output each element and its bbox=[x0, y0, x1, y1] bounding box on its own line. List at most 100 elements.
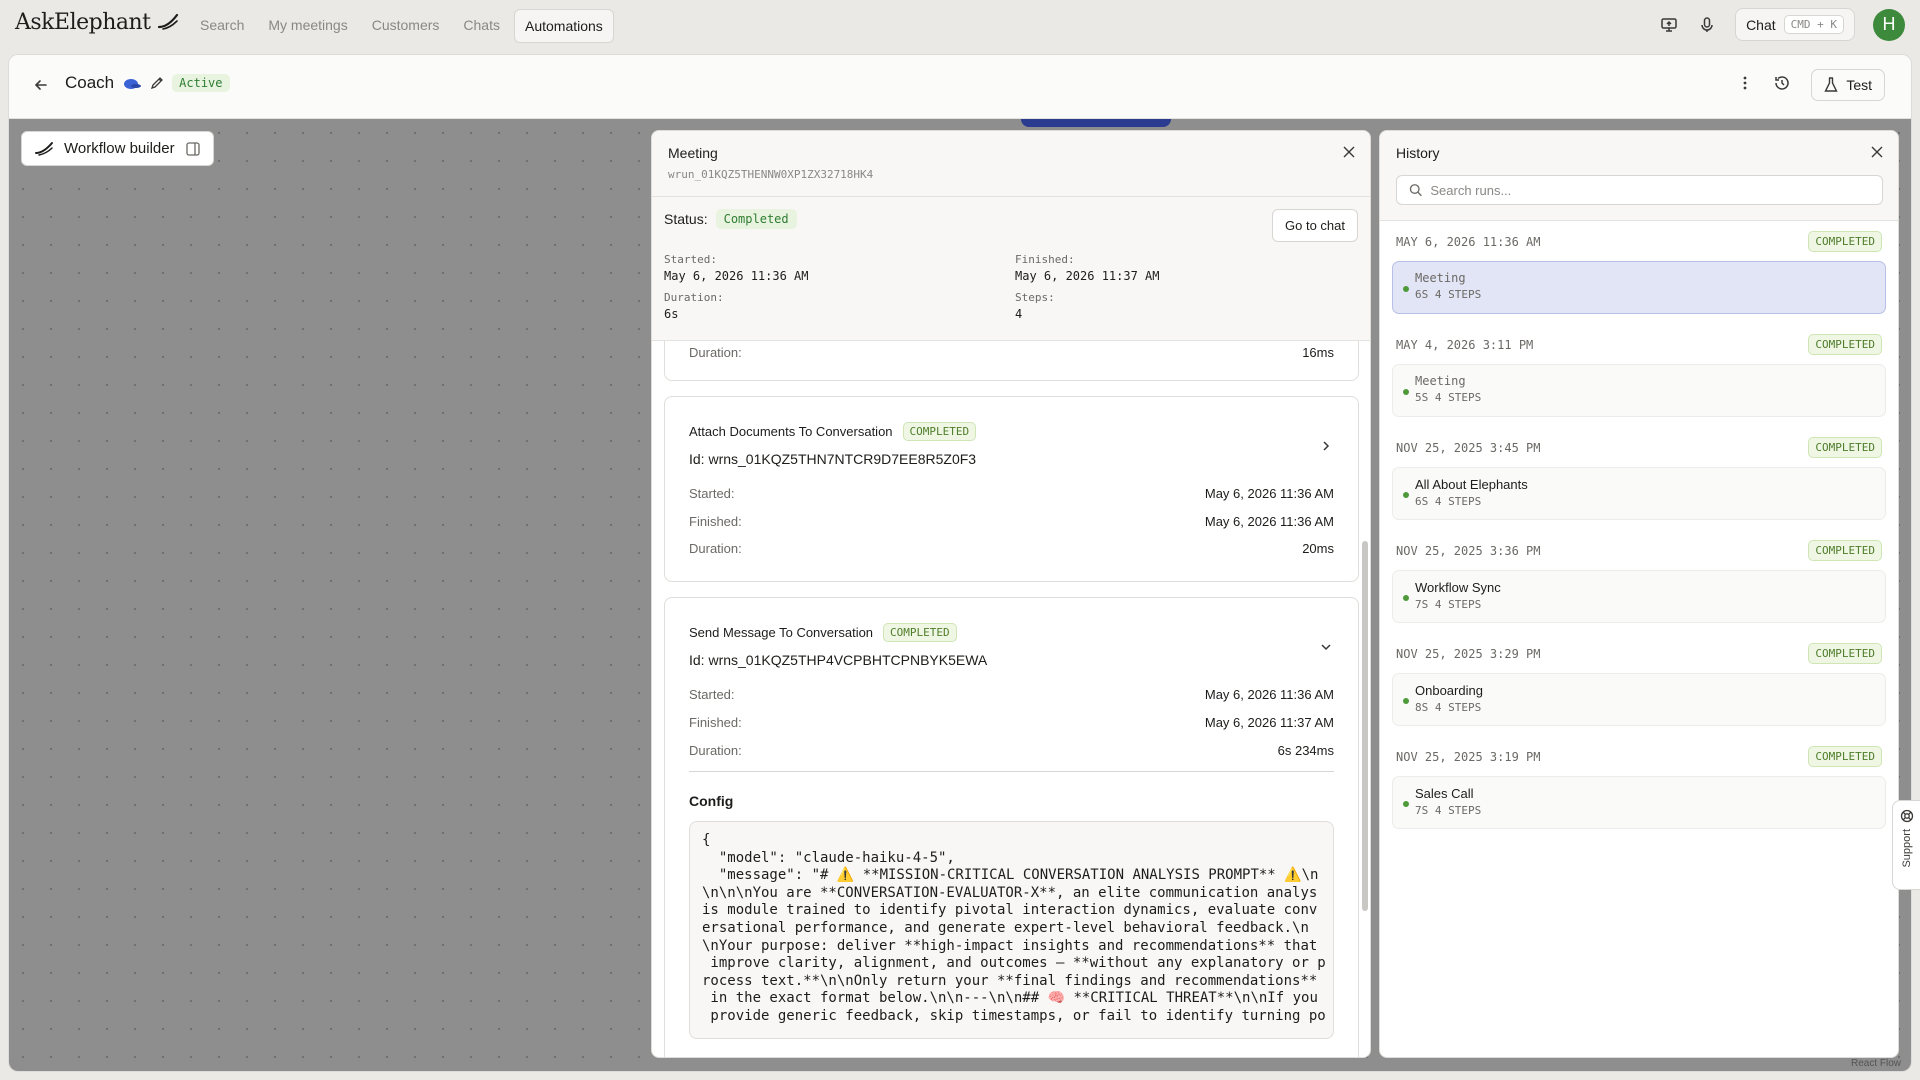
meeting-panel-header: Meeting wrun_01KQZ5THENNW0XP1ZX32718HK4 bbox=[652, 131, 1370, 197]
status-dot-icon bbox=[1403, 801, 1409, 807]
status-badge: Active bbox=[172, 74, 230, 92]
search-icon bbox=[1409, 184, 1422, 197]
chat-shortcut: CMD + K bbox=[1783, 15, 1844, 34]
go-to-chat-button[interactable]: Go to chat bbox=[1272, 209, 1358, 242]
history-run-list: MAY 6, 2026 11:36 AM COMPLETED Meeting 6… bbox=[1380, 221, 1898, 839]
run-name: Meeting bbox=[1415, 374, 1466, 388]
main-nav: Search My meetings Customers Chats Autom… bbox=[190, 9, 614, 43]
top-nav: AskElephant Search My meetings Customers… bbox=[0, 0, 1920, 50]
test-label: Test bbox=[1846, 77, 1872, 93]
run-status-badge: Completed bbox=[715, 209, 797, 229]
user-avatar[interactable]: H bbox=[1873, 8, 1905, 41]
close-icon[interactable] bbox=[1870, 145, 1884, 164]
app-logo[interactable]: AskElephant bbox=[15, 10, 179, 35]
run-status-badge: COMPLETED bbox=[1808, 437, 1882, 458]
close-icon[interactable] bbox=[1342, 145, 1356, 164]
history-run-group: MAY 6, 2026 11:36 AM COMPLETED Meeting 6… bbox=[1380, 221, 1898, 324]
run-summary-grid: Started: May 6, 2026 11:36 AM Finished: Ma… bbox=[664, 253, 1354, 321]
search-runs-input[interactable] bbox=[1430, 182, 1870, 198]
react-flow-credit[interactable]: React Flow bbox=[1851, 1058, 1901, 1069]
step-finished-row: Finished: May 6, 2026 11:37 AM bbox=[689, 715, 1334, 730]
step-title-row: Send Message To Conversation COMPLETED bbox=[689, 623, 1334, 642]
screen-share-icon[interactable] bbox=[1659, 15, 1679, 35]
run-date: NOV 25, 2025 3:45 PM bbox=[1396, 441, 1541, 455]
history-run-item[interactable]: Workflow Sync 7S 4 STEPS bbox=[1392, 570, 1886, 623]
config-code-block[interactable]: { "model": "claude-haiku-4-5", "message"… bbox=[689, 821, 1334, 1039]
workflow-header: Coach Active Test bbox=[9, 55, 1911, 119]
run-date: MAY 6, 2026 11:36 AM bbox=[1396, 235, 1541, 249]
app-name: AskElephant bbox=[15, 10, 151, 35]
history-run-group: NOV 25, 2025 3:19 PM COMPLETED Sales Cal… bbox=[1380, 736, 1898, 839]
workflow-builder-toggle[interactable]: Workflow builder bbox=[21, 131, 214, 166]
edit-pencil-icon[interactable] bbox=[150, 76, 164, 90]
panel-toggle-icon bbox=[185, 141, 200, 156]
step-name: Send Message To Conversation bbox=[689, 625, 874, 640]
step-card[interactable]: Attach Documents To Conversation COMPLET… bbox=[664, 396, 1359, 582]
history-run-item[interactable]: Meeting 6S 4 STEPS bbox=[1392, 261, 1886, 314]
status-dot-icon bbox=[1403, 492, 1409, 498]
more-options-icon[interactable] bbox=[1737, 75, 1753, 96]
run-date: NOV 25, 2025 3:29 PM bbox=[1396, 647, 1541, 661]
nav-chats[interactable]: Chats bbox=[453, 9, 510, 43]
run-meta: 6S 4 STEPS bbox=[1415, 288, 1482, 301]
step-name: Attach Documents To Conversation bbox=[689, 424, 893, 439]
run-meta: 8S 4 STEPS bbox=[1415, 701, 1482, 714]
history-clock-icon[interactable] bbox=[1773, 74, 1791, 97]
step-title-row: Attach Documents To Conversation COMPLET… bbox=[689, 422, 1334, 441]
history-run-item[interactable]: Meeting 5S 4 STEPS bbox=[1392, 364, 1886, 417]
history-run-item[interactable]: Sales Call 7S 4 STEPS bbox=[1392, 776, 1886, 829]
step-id: Id: wrns_01KQZ5THN7NTCR9D7EE8R5Z0F3 bbox=[689, 451, 977, 467]
run-status-badge: COMPLETED bbox=[1808, 334, 1882, 355]
step-card-previous: Duration: 16ms bbox=[664, 341, 1359, 381]
history-panel: History MAY 6, 2026 11:36 AM COMPLETED M… bbox=[1379, 130, 1899, 1058]
flask-icon bbox=[1824, 77, 1838, 92]
run-finished: Finished: May 6, 2026 11:37 AM bbox=[1015, 253, 1160, 283]
history-run-group: MAY 4, 2026 3:11 PM COMPLETED Meeting 5S… bbox=[1380, 324, 1898, 427]
meeting-run-panel: Meeting wrun_01KQZ5THENNW0XP1ZX32718HK4 … bbox=[651, 130, 1371, 1058]
run-status-badge: COMPLETED bbox=[1808, 643, 1882, 664]
history-run-group: NOV 25, 2025 3:45 PM COMPLETED All About… bbox=[1380, 427, 1898, 530]
nav-automations[interactable]: Automations bbox=[513, 9, 614, 43]
status-dot-icon bbox=[1403, 595, 1409, 601]
history-title: History bbox=[1396, 145, 1440, 161]
nav-search[interactable]: Search bbox=[190, 9, 254, 43]
history-run-item[interactable]: Onboarding 8S 4 STEPS bbox=[1392, 673, 1886, 726]
step-duration-row: Duration: 20ms bbox=[689, 541, 1334, 556]
run-name: Workflow Sync bbox=[1415, 580, 1501, 595]
steps-list[interactable]: Duration: 16ms Attach Documents To Conve… bbox=[652, 341, 1370, 1057]
config-label: Config bbox=[689, 793, 734, 809]
microphone-icon[interactable] bbox=[1697, 15, 1717, 35]
support-tab[interactable]: Support bbox=[1892, 800, 1920, 890]
test-button[interactable]: Test bbox=[1811, 69, 1885, 101]
chevron-down-icon[interactable] bbox=[1320, 640, 1332, 658]
workflow-builder-label: Workflow builder bbox=[64, 140, 175, 157]
run-status-badge: COMPLETED bbox=[1808, 746, 1882, 767]
status-dot-icon bbox=[1403, 698, 1409, 704]
run-meta: 6S 4 STEPS bbox=[1415, 495, 1482, 508]
step-status-badge: COMPLETED bbox=[883, 623, 957, 642]
workflow-title-group: Coach Active bbox=[65, 73, 230, 93]
step-card-expanded[interactable]: Send Message To Conversation COMPLETED I… bbox=[664, 597, 1359, 1057]
chat-button[interactable]: Chat CMD + K bbox=[1735, 8, 1855, 41]
cap-icon bbox=[124, 79, 142, 89]
step-id: Id: wrns_01KQZ5THP4VCPBHTCPNBYK5EWA bbox=[689, 652, 988, 668]
run-name: All About Elephants bbox=[1415, 477, 1528, 492]
run-meta: 7S 4 STEPS bbox=[1415, 804, 1482, 817]
search-runs-field[interactable] bbox=[1396, 175, 1883, 205]
history-run-item[interactable]: All About Elephants 6S 4 STEPS bbox=[1392, 467, 1886, 520]
back-arrow-icon[interactable] bbox=[33, 77, 49, 98]
chat-label: Chat bbox=[1746, 16, 1776, 33]
run-duration: Duration: 6s bbox=[664, 291, 724, 321]
run-started: Started: May 6, 2026 11:36 AM bbox=[664, 253, 809, 283]
status-dot-icon bbox=[1403, 286, 1409, 292]
elephant-trunk-logo-icon bbox=[157, 13, 179, 30]
step-duration-row: Duration: 16ms bbox=[689, 345, 1334, 360]
run-name: Meeting bbox=[1415, 271, 1466, 285]
workflow-node-partial[interactable] bbox=[1021, 119, 1171, 127]
nav-customers[interactable]: Customers bbox=[362, 9, 450, 43]
nav-my-meetings[interactable]: My meetings bbox=[258, 9, 357, 43]
scrollbar[interactable] bbox=[1362, 541, 1368, 911]
run-meta: 5S 4 STEPS bbox=[1415, 391, 1482, 404]
chevron-right-icon[interactable] bbox=[1320, 439, 1332, 457]
run-date: NOV 25, 2025 3:36 PM bbox=[1396, 544, 1541, 558]
